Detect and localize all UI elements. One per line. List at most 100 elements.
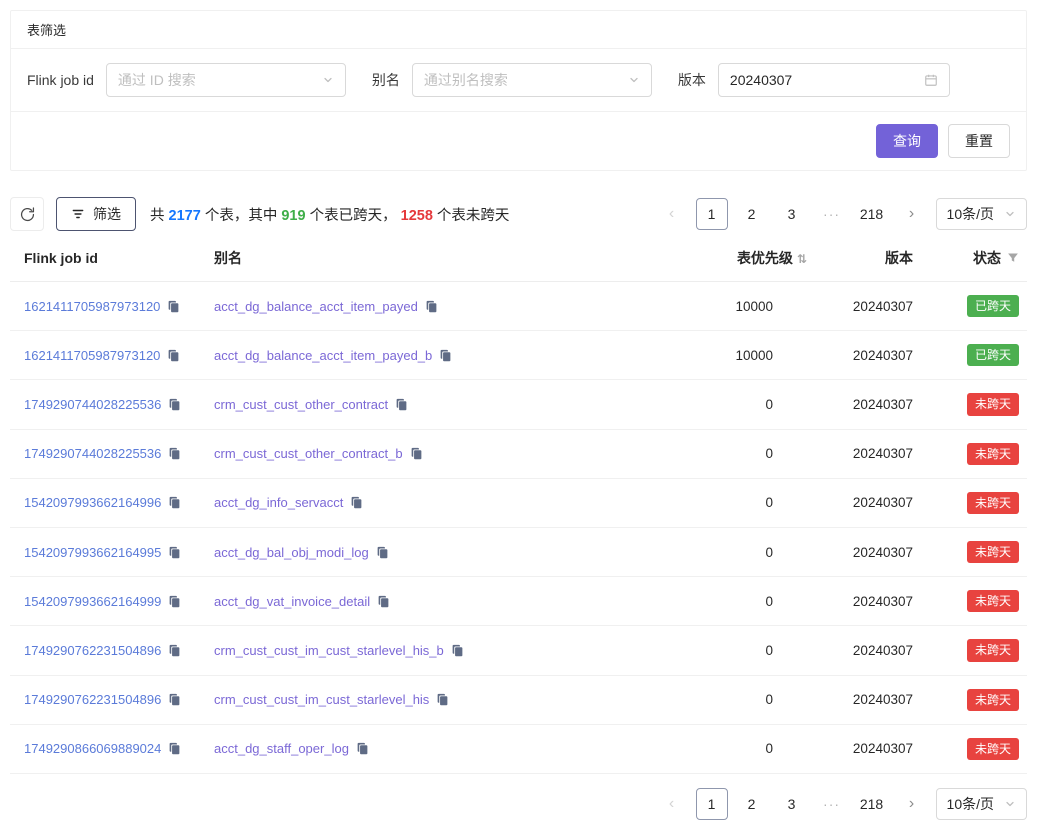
flink-job-id-placeholder: 通过 ID 搜索 xyxy=(118,70,196,90)
alias-link[interactable]: crm_cust_cust_other_contract_b xyxy=(214,446,403,461)
job-id-link[interactable]: 1749290744028225536 xyxy=(24,446,161,461)
page-218[interactable]: 218 xyxy=(856,198,888,230)
sort-icon[interactable]: ⇅ xyxy=(797,252,807,266)
job-id-link[interactable]: 1749290744028225536 xyxy=(24,397,161,412)
chevron-down-icon xyxy=(322,74,334,86)
copy-icon[interactable] xyxy=(436,693,449,706)
job-id-cell: 1542097993662164999 xyxy=(10,577,206,626)
refresh-button[interactable] xyxy=(10,197,44,231)
status-badge: 未跨天 xyxy=(967,639,1019,661)
priority-cell: 0 xyxy=(695,724,815,773)
page-2[interactable]: 2 xyxy=(736,788,768,820)
version-cell: 20240307 xyxy=(815,577,921,626)
page-3[interactable]: 3 xyxy=(776,788,808,820)
page-ellipsis[interactable]: ··· xyxy=(816,198,848,230)
alias-link[interactable]: acct_dg_balance_acct_item_payed_b xyxy=(214,348,432,363)
version-cell: 20240307 xyxy=(815,527,921,576)
alias-link[interactable]: crm_cust_cust_other_contract xyxy=(214,397,388,412)
alias-cell: acct_dg_balance_acct_item_payed xyxy=(206,282,695,331)
job-id-link[interactable]: 1749290762231504896 xyxy=(24,692,161,707)
page-ellipsis[interactable]: ··· xyxy=(816,788,848,820)
copy-icon[interactable] xyxy=(395,398,408,411)
alias-cell: acct_dg_bal_obj_modi_log xyxy=(206,527,695,576)
page-1[interactable]: 1 xyxy=(696,788,728,820)
version-cell: 20240307 xyxy=(815,331,921,380)
priority-cell: 0 xyxy=(695,429,815,478)
query-button[interactable]: 查询 xyxy=(876,124,938,158)
total-count: 2177 xyxy=(169,208,201,224)
status-cell: 未跨天 xyxy=(921,577,1027,626)
copy-icon[interactable] xyxy=(350,496,363,509)
col-header-status: 状态 xyxy=(921,235,1027,282)
alias-link[interactable]: acct_dg_balance_acct_item_payed xyxy=(214,299,418,314)
job-id-link[interactable]: 1542097993662164999 xyxy=(24,594,161,609)
copy-icon[interactable] xyxy=(167,300,180,313)
job-id-link[interactable]: 1621411705987973120 xyxy=(24,299,160,314)
copy-icon[interactable] xyxy=(168,496,181,509)
prev-page-button[interactable]: ‹ xyxy=(656,198,688,230)
filter-toggle-button[interactable]: 筛选 xyxy=(56,197,136,231)
copy-icon[interactable] xyxy=(168,742,181,755)
version-date-input[interactable]: 20240307 xyxy=(718,63,950,97)
copy-icon[interactable] xyxy=(356,742,369,755)
field-alias: 别名 通过别名搜索 xyxy=(372,63,652,97)
copy-icon[interactable] xyxy=(410,447,423,460)
copy-icon[interactable] xyxy=(168,398,181,411)
copy-icon[interactable] xyxy=(376,546,389,559)
summary-suffix: 个表未跨天 xyxy=(433,208,510,224)
copy-icon[interactable] xyxy=(168,693,181,706)
pagination-bottom: ‹123···218›10条/页 xyxy=(656,788,1027,820)
alias-placeholder: 通过别名搜索 xyxy=(424,70,508,90)
next-page-button[interactable]: › xyxy=(896,788,928,820)
crossed-count: 919 xyxy=(281,208,305,224)
alias-link[interactable]: acct_dg_staff_oper_log xyxy=(214,741,349,756)
priority-cell: 0 xyxy=(695,675,815,724)
alias-link[interactable]: acct_dg_vat_invoice_detail xyxy=(214,594,370,609)
status-badge: 未跨天 xyxy=(967,689,1019,711)
field-flink-job-id: Flink job id 通过 ID 搜索 xyxy=(27,63,346,97)
job-id-link[interactable]: 1749290866069889024 xyxy=(24,741,161,756)
job-id-link[interactable]: 1542097993662164996 xyxy=(24,495,161,510)
alias-label: 别名 xyxy=(372,70,400,90)
page-2[interactable]: 2 xyxy=(736,198,768,230)
alias-link[interactable]: acct_dg_info_servacct xyxy=(214,495,343,510)
copy-icon[interactable] xyxy=(168,546,181,559)
alias-cell: crm_cust_cust_other_contract_b xyxy=(206,429,695,478)
alias-link[interactable]: acct_dg_bal_obj_modi_log xyxy=(214,545,369,560)
page-1[interactable]: 1 xyxy=(696,198,728,230)
priority-cell: 10000 xyxy=(695,331,815,380)
flink-job-id-select[interactable]: 通过 ID 搜索 xyxy=(106,63,346,97)
copy-icon[interactable] xyxy=(168,447,181,460)
job-id-link[interactable]: 1621411705987973120 xyxy=(24,348,160,363)
job-id-link[interactable]: 1749290762231504896 xyxy=(24,643,161,658)
copy-icon[interactable] xyxy=(377,595,390,608)
copy-icon[interactable] xyxy=(425,300,438,313)
col-header-priority[interactable]: 表优先级⇅ xyxy=(695,235,815,282)
alias-cell: crm_cust_cust_im_cust_starlevel_his_b xyxy=(206,626,695,675)
page-size-label: 10条/页 xyxy=(947,204,994,224)
page-218[interactable]: 218 xyxy=(856,788,888,820)
copy-icon[interactable] xyxy=(451,644,464,657)
job-id-link[interactable]: 1542097993662164995 xyxy=(24,545,161,560)
version-cell: 20240307 xyxy=(815,724,921,773)
alias-cell: crm_cust_cust_other_contract xyxy=(206,380,695,429)
prev-page-button[interactable]: ‹ xyxy=(656,788,688,820)
page: 表筛选 Flink job id 通过 ID 搜索 别名 通过别名搜索 xyxy=(0,0,1037,830)
copy-icon[interactable] xyxy=(167,349,180,362)
summary-text: 共 2177 个表，其中 919 个表已跨天， 1258 个表未跨天 xyxy=(150,204,509,225)
priority-cell: 0 xyxy=(695,527,815,576)
status-cell: 未跨天 xyxy=(921,626,1027,675)
copy-icon[interactable] xyxy=(168,595,181,608)
reset-button[interactable]: 重置 xyxy=(948,124,1010,158)
status-badge: 未跨天 xyxy=(967,492,1019,514)
copy-icon[interactable] xyxy=(168,644,181,657)
page-size-select[interactable]: 10条/页 xyxy=(936,198,1027,230)
alias-link[interactable]: crm_cust_cust_im_cust_starlevel_his xyxy=(214,692,429,707)
page-size-select[interactable]: 10条/页 xyxy=(936,788,1027,820)
page-3[interactable]: 3 xyxy=(776,198,808,230)
copy-icon[interactable] xyxy=(439,349,452,362)
alias-select[interactable]: 通过别名搜索 xyxy=(412,63,652,97)
alias-link[interactable]: crm_cust_cust_im_cust_starlevel_his_b xyxy=(214,643,444,658)
column-filter-icon[interactable] xyxy=(1007,252,1019,264)
next-page-button[interactable]: › xyxy=(896,198,928,230)
